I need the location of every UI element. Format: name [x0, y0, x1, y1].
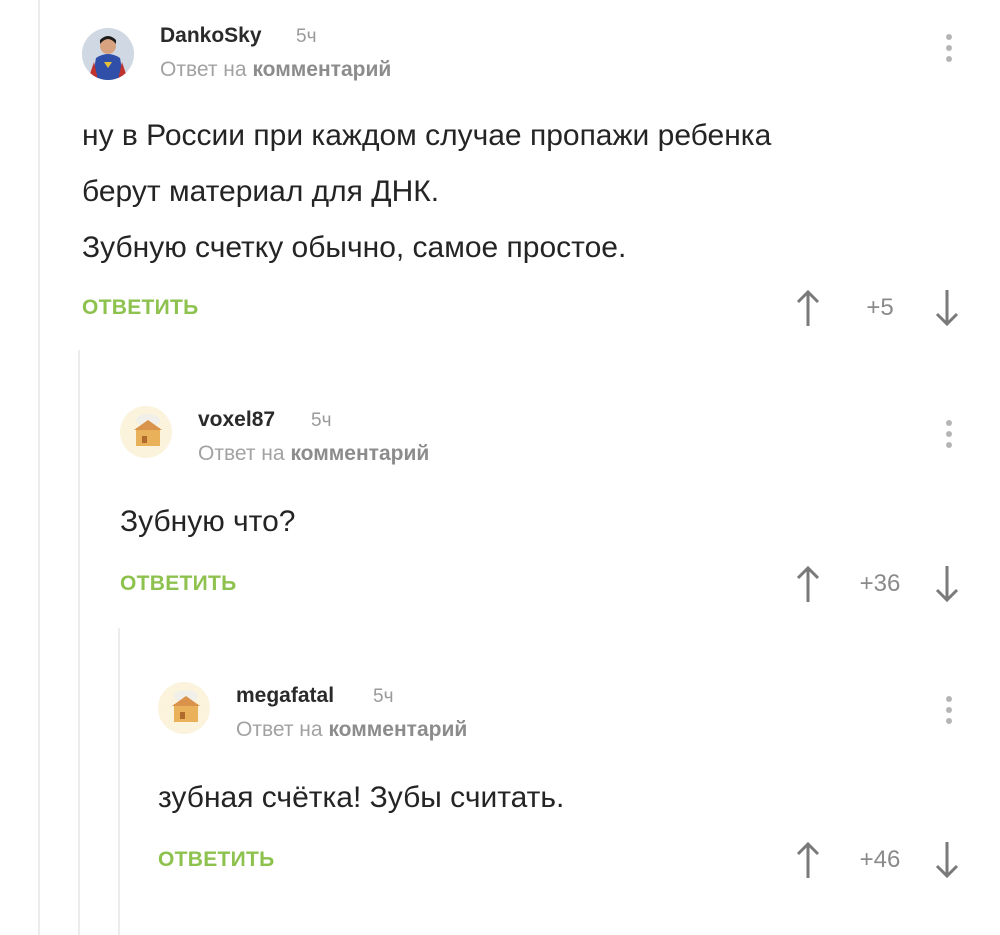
superhero-avatar-image [82, 28, 134, 80]
rating-value: +46 [859, 846, 901, 873]
avatar[interactable] [120, 406, 172, 458]
reply-button[interactable]: ОТВЕТИТЬ [120, 572, 237, 596]
comment-time: 5ч [311, 410, 332, 431]
arrow-up-icon[interactable] [793, 288, 823, 328]
reply-to-link[interactable]: комментарий [328, 718, 467, 741]
reply-to-label: Ответ на комментарий [236, 718, 467, 742]
arrow-down-icon[interactable] [932, 564, 962, 604]
comment-time: 5ч [296, 26, 317, 47]
default-avatar-image [158, 682, 210, 734]
comment-text: ну в России при каждом случае пропажи ре… [82, 108, 771, 276]
comment-author[interactable]: voxel87 [198, 408, 275, 432]
comment-text: зубная счётка! Зубы считать. [158, 770, 564, 826]
arrow-up-icon[interactable] [793, 840, 823, 880]
comment-text: Зубную что? [120, 494, 295, 550]
more-options-icon[interactable] [941, 416, 957, 452]
comment-line: зубная счётка! Зубы считать. [158, 781, 565, 814]
avatar[interactable] [82, 28, 134, 80]
rating-value: +5 [866, 294, 894, 321]
arrow-up-icon[interactable] [793, 564, 823, 604]
default-avatar-image [120, 406, 172, 458]
more-options-icon[interactable] [941, 30, 957, 66]
arrow-down-icon[interactable] [932, 288, 962, 328]
comment-line: Зубную счетку обычно, самое простое. [82, 231, 627, 264]
comment-time: 5ч [373, 686, 394, 707]
reply-to-prefix: Ответ на [198, 442, 285, 465]
rating-value: +36 [859, 570, 901, 597]
reply-to-label: Ответ на комментарий [160, 58, 391, 82]
reply-to-link[interactable]: комментарий [252, 58, 391, 81]
thread-line-2 [78, 350, 80, 935]
avatar[interactable] [158, 682, 210, 734]
comment-line: Зубную что? [120, 505, 296, 538]
arrow-down-icon[interactable] [932, 840, 962, 880]
reply-to-prefix: Ответ на [236, 718, 323, 741]
comment-line: ну в России при каждом случае пропажи ре… [82, 119, 772, 152]
thread-line-3 [118, 628, 120, 935]
reply-button[interactable]: ОТВЕТИТЬ [158, 848, 275, 872]
thread-line-1 [38, 0, 40, 935]
more-options-icon[interactable] [941, 692, 957, 728]
comment-author[interactable]: megafatal [236, 684, 334, 708]
comment-author[interactable]: DankoSky [160, 24, 262, 48]
reply-button[interactable]: ОТВЕТИТЬ [82, 296, 199, 320]
reply-to-label: Ответ на комментарий [198, 442, 429, 466]
reply-to-link[interactable]: комментарий [290, 442, 429, 465]
reply-to-prefix: Ответ на [160, 58, 247, 81]
comment-line: берут материал для ДНК. [82, 175, 440, 208]
